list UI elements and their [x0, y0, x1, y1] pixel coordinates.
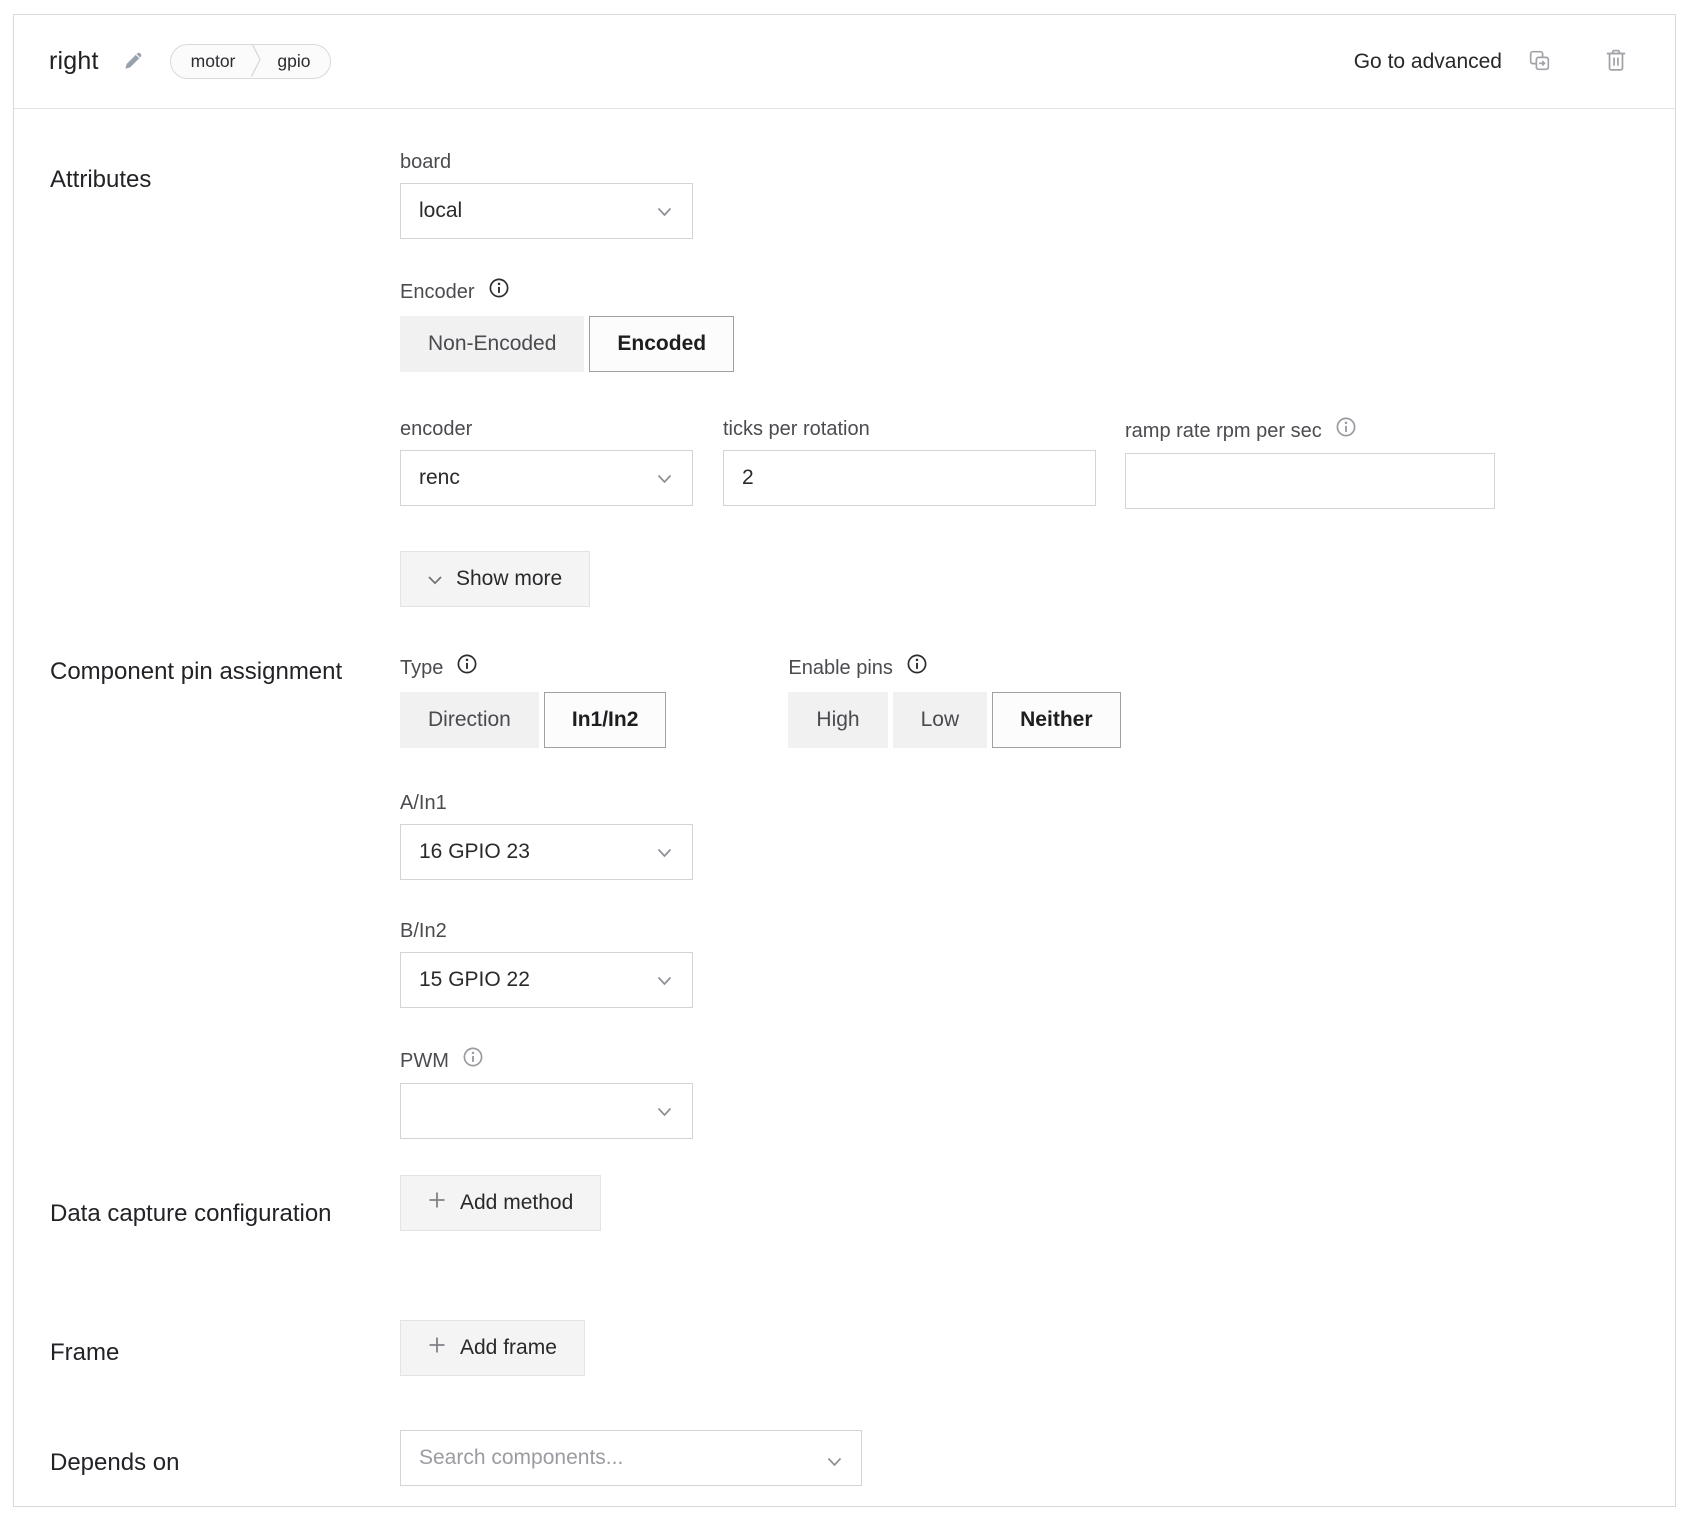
info-icon-gray[interactable]	[1335, 416, 1357, 445]
info-icon[interactable]	[488, 277, 510, 306]
depends-on-field	[400, 1430, 862, 1486]
ramp-rate-label-row: ramp rate rpm per sec	[1125, 416, 1495, 445]
pin-assignment-section: Component pin assignment Type Direction …	[50, 653, 1629, 1139]
type-toggle: Direction In1/In2	[400, 692, 666, 748]
encoder-params-row: encoder renc ticks per rotation	[400, 416, 1629, 509]
frame-section: Frame Add frame	[50, 1320, 1629, 1376]
type-label: Type	[400, 655, 443, 681]
board-field: board local	[400, 149, 1629, 239]
toggle-option-in1-in2[interactable]: In1/In2	[544, 692, 667, 748]
encoder-select-value: renc	[419, 466, 460, 490]
delete-button[interactable]	[1603, 47, 1629, 77]
pin-toggles-row: Type Direction In1/In2 Enable pins	[400, 653, 1629, 748]
b-in2-field: B/In2 15 GPIO 22	[400, 918, 1629, 1008]
go-to-advanced-link[interactable]: Go to advanced	[1354, 50, 1502, 74]
a-in1-select-value: 16 GPIO 23	[419, 840, 530, 864]
ramp-rate-label: ramp rate rpm per sec	[1125, 418, 1322, 444]
frame-section-label: Frame	[50, 1320, 400, 1376]
plus-icon	[428, 1191, 446, 1215]
data-capture-section: Data capture configuration Add method	[50, 1175, 1629, 1232]
info-icon[interactable]	[456, 653, 478, 682]
encoder-mode-label: Encoder	[400, 279, 475, 305]
ticks-per-rotation-field: ticks per rotation	[723, 416, 1096, 509]
enable-pins-toggle: High Low Neither	[788, 692, 1120, 748]
toggle-option-non-encoded[interactable]: Non-Encoded	[400, 316, 584, 372]
header-actions: Go to advanced	[1354, 47, 1629, 77]
edit-name-button[interactable]	[121, 48, 146, 76]
pwm-label: PWM	[400, 1048, 449, 1074]
badge-divider-chevron	[250, 44, 262, 79]
component-name: right	[49, 47, 99, 76]
add-method-button[interactable]: Add method	[400, 1175, 601, 1231]
add-frame-label: Add frame	[460, 1336, 557, 1360]
toggle-option-encoded[interactable]: Encoded	[589, 316, 734, 372]
bottom-spacer	[50, 1486, 1629, 1522]
chevron-down-icon	[657, 968, 672, 992]
ticks-per-rotation-label: ticks per rotation	[723, 416, 1096, 442]
component-config-body: Attributes board local Encoder	[14, 149, 1675, 1522]
pwm-label-row: PWM	[400, 1046, 1629, 1075]
attributes-section: Attributes board local Encoder	[50, 149, 1629, 607]
depends-on-search-input[interactable]	[400, 1430, 862, 1486]
plus-icon	[428, 1336, 446, 1360]
encoder-mode-label-row: Encoder	[400, 277, 1629, 306]
chevron-down-icon	[657, 199, 672, 223]
add-method-label: Add method	[460, 1191, 573, 1215]
chevron-down-icon	[657, 466, 672, 490]
toggle-option-high[interactable]: High	[788, 692, 887, 748]
b-in2-label: B/In2	[400, 918, 1629, 944]
chevron-down-icon	[657, 840, 672, 864]
toggle-option-low[interactable]: Low	[893, 692, 988, 748]
ticks-per-rotation-input[interactable]	[723, 450, 1096, 506]
b-in2-select-value: 15 GPIO 22	[419, 968, 530, 992]
pwm-select[interactable]	[400, 1083, 693, 1139]
data-capture-section-label: Data capture configuration	[50, 1175, 400, 1232]
a-in1-label: A/In1	[400, 790, 1629, 816]
chevron-down-icon	[657, 1099, 672, 1123]
toggle-option-direction[interactable]: Direction	[400, 692, 539, 748]
encoder-label: encoder	[400, 416, 693, 442]
pencil-icon	[121, 48, 146, 76]
add-frame-button[interactable]: Add frame	[400, 1320, 585, 1376]
a-in1-select[interactable]: 16 GPIO 23	[400, 824, 693, 880]
ramp-rate-field: ramp rate rpm per sec	[1125, 416, 1495, 509]
component-card: right motor gpio Go to advanced	[13, 14, 1676, 1507]
type-model-badge: motor gpio	[170, 44, 332, 79]
info-icon[interactable]	[906, 653, 928, 682]
trash-icon	[1603, 47, 1629, 77]
board-select[interactable]: local	[400, 183, 693, 239]
type-label-row: Type	[400, 653, 666, 682]
pwm-field: PWM	[400, 1046, 1629, 1139]
type-field: Type Direction In1/In2	[400, 653, 666, 748]
encoder-field: encoder renc	[400, 416, 693, 509]
pin-assignment-section-label: Component pin assignment	[50, 653, 400, 1139]
depends-on-section-label: Depends on	[50, 1430, 400, 1486]
component-model: gpio	[262, 51, 330, 72]
duplicate-icon	[1526, 47, 1553, 77]
board-label: board	[400, 149, 1629, 175]
encoder-select[interactable]: renc	[400, 450, 693, 506]
attributes-section-label: Attributes	[50, 149, 400, 607]
b-in2-select[interactable]: 15 GPIO 22	[400, 952, 693, 1008]
ramp-rate-input[interactable]	[1125, 453, 1495, 509]
component-type: motor	[171, 51, 251, 72]
chevron-down-icon	[428, 567, 442, 591]
enable-pins-label-row: Enable pins	[788, 653, 1120, 682]
board-select-value: local	[419, 199, 462, 223]
component-header: right motor gpio Go to advanced	[14, 15, 1675, 109]
enable-pins-field: Enable pins High Low Neither	[788, 653, 1120, 748]
a-in1-field: A/In1 16 GPIO 23	[400, 790, 1629, 880]
duplicate-button[interactable]	[1526, 47, 1553, 77]
info-icon-gray[interactable]	[462, 1046, 484, 1075]
encoder-mode-toggle: Non-Encoded Encoded	[400, 316, 1629, 372]
show-more-label: Show more	[456, 567, 562, 591]
toggle-option-neither[interactable]: Neither	[992, 692, 1120, 748]
show-more-button[interactable]: Show more	[400, 551, 590, 607]
depends-on-section: Depends on	[50, 1430, 1629, 1486]
enable-pins-label: Enable pins	[788, 655, 893, 681]
